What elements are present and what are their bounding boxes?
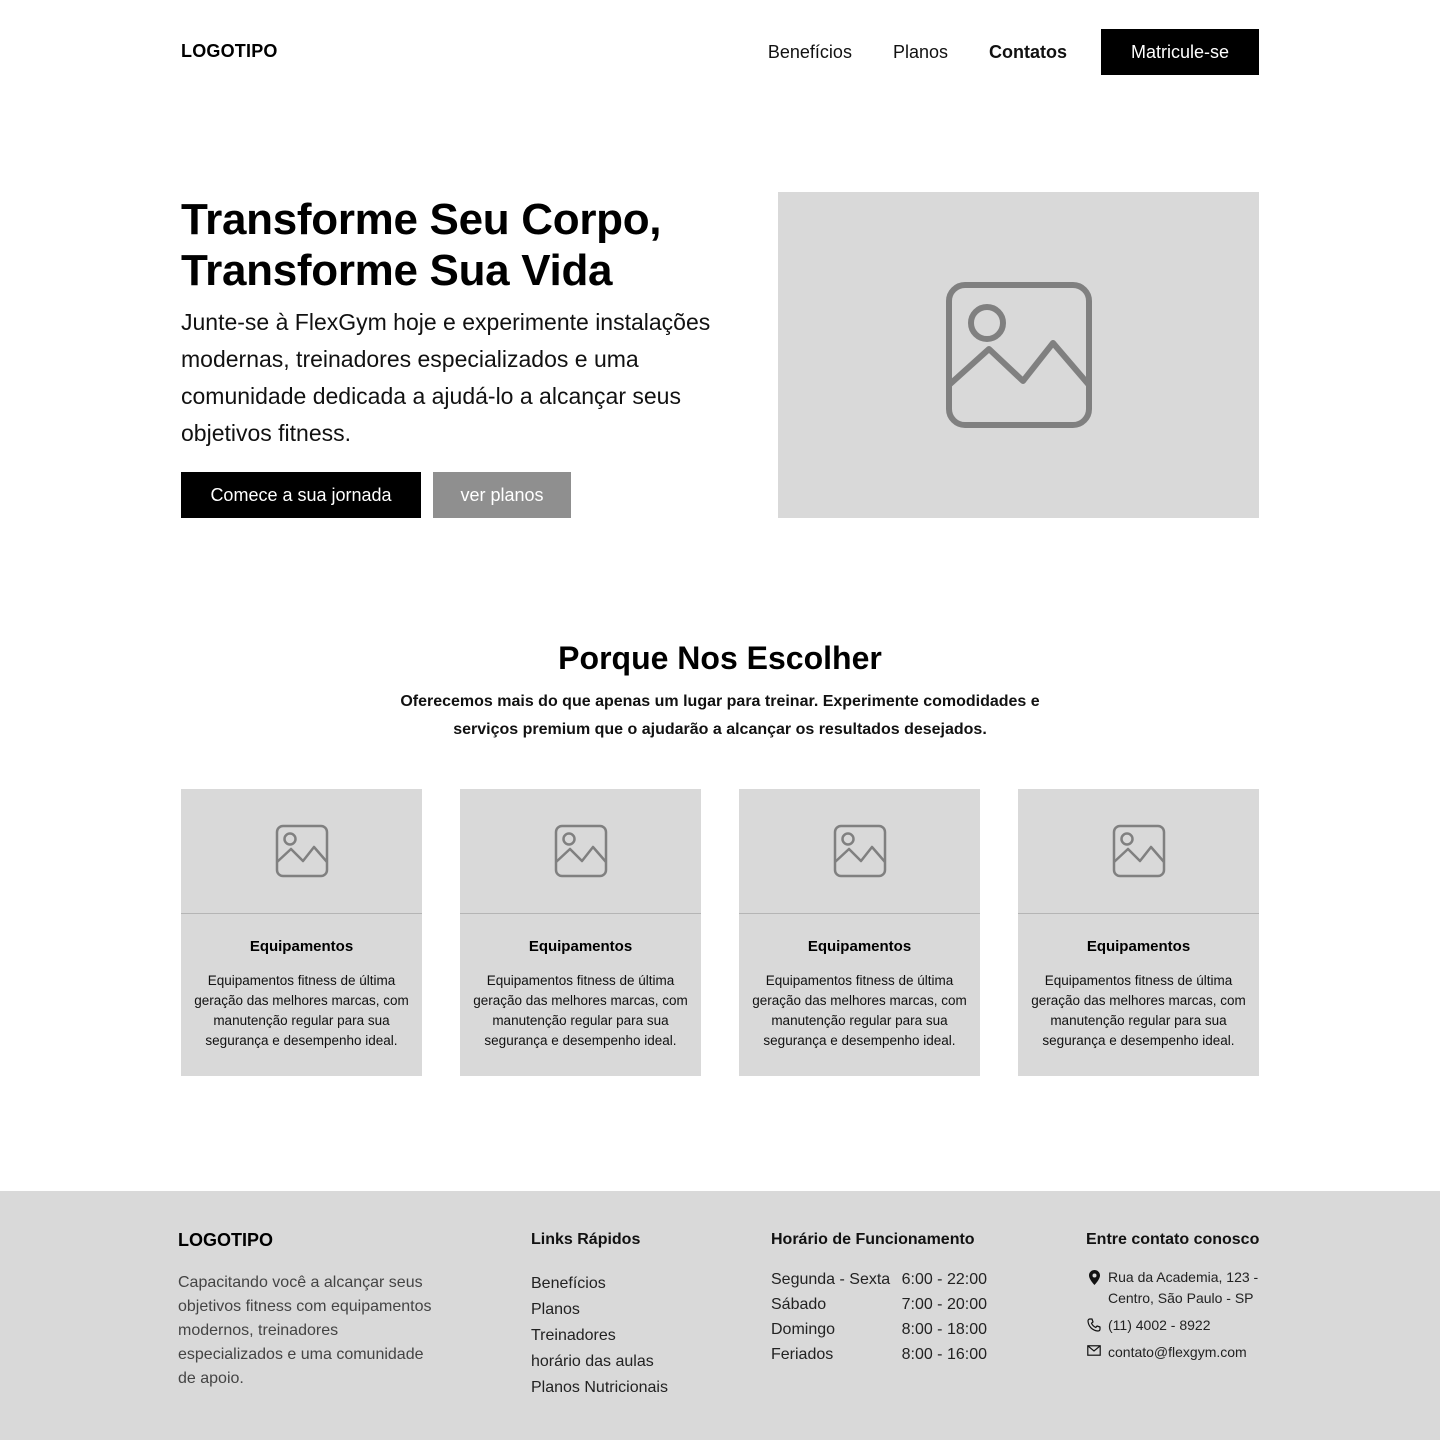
hero-image-placeholder [778, 192, 1259, 518]
card-image-placeholder [460, 789, 701, 914]
contact-email[interactable]: contato@flexgym.com [1086, 1342, 1276, 1363]
feature-card: Equipamentos Equipamentos fitness de últ… [181, 789, 422, 1076]
hours-day: Segunda - Sexta [771, 1271, 891, 1288]
footer-link-horario-aulas[interactable]: horário das aulas [531, 1349, 668, 1375]
card-title: Equipamentos [1086, 938, 1191, 955]
hours-time: 8:00 - 18:00 [901, 1321, 987, 1338]
nav-link-beneficios[interactable]: Benefícios [768, 42, 852, 63]
footer-link-treinadores[interactable]: Treinadores [531, 1323, 668, 1349]
hours-title: Horário de Funcionamento [771, 1231, 975, 1248]
footer-logo[interactable]: LOGOTIPO [178, 1230, 273, 1251]
feature-card: Equipamentos Equipamentos fitness de últ… [460, 789, 701, 1076]
nav-link-contatos[interactable]: Contatos [989, 42, 1067, 63]
hours-row: Segunda - Sexta 6:00 - 22:00 [771, 1267, 987, 1292]
email-text: contato@flexgym.com [1108, 1344, 1247, 1360]
header-logo[interactable]: LOGOTIPO [181, 41, 278, 62]
contact-phone[interactable]: (11) 4002 - 8922 [1086, 1315, 1276, 1336]
footer-link-planos-nutricionais[interactable]: Planos Nutricionais [531, 1375, 668, 1401]
card-text: Equipamentos fitness de última geração d… [752, 973, 967, 1048]
contact-title: Entre contato conosco [1086, 1231, 1260, 1248]
main-nav: Benefícios Planos Contatos Matricule-se [768, 29, 1259, 75]
card-title: Equipamentos [807, 938, 912, 955]
card-image-placeholder [739, 789, 980, 914]
footer-link-beneficios[interactable]: Benefícios [531, 1271, 668, 1297]
quick-links-list: Benefícios Planos Treinadores horário da… [531, 1271, 668, 1401]
footer-description: Capacitando você a alcançar seus objetiv… [178, 1274, 432, 1387]
card-title: Equipamentos [249, 938, 354, 955]
hours-day: Feriados [771, 1346, 834, 1363]
feature-card: Equipamentos Equipamentos fitness de últ… [1018, 789, 1259, 1076]
feature-cards: Equipamentos Equipamentos fitness de últ… [181, 789, 1259, 1076]
phone-icon [1086, 1315, 1102, 1332]
contact-address: Rua da Academia, 123 - Centro, São Paulo… [1086, 1267, 1276, 1309]
footer-link-planos[interactable]: Planos [531, 1297, 668, 1323]
nav-link-planos[interactable]: Planos [893, 42, 948, 63]
hours-row: Feriados 8:00 - 16:00 [771, 1342, 987, 1367]
location-pin-icon [1086, 1267, 1102, 1285]
hero-title-line2: Transforme Sua Vida [181, 246, 613, 295]
card-image-placeholder [1018, 789, 1259, 914]
hours-table: Segunda - Sexta 6:00 - 22:00 Sábado 7:00… [771, 1267, 987, 1367]
start-journey-button[interactable]: Comece a sua jornada [181, 472, 421, 518]
hours-time: 6:00 - 22:00 [901, 1271, 987, 1288]
site-header: LOGOTIPO Benefícios Planos Contatos Matr… [181, 29, 1259, 75]
view-plans-button[interactable]: ver planos [433, 472, 571, 518]
image-placeholder-icon [945, 282, 1092, 428]
image-placeholder-icon [275, 824, 328, 878]
section-title: Porque Nos Escolher [558, 640, 882, 676]
quick-links-title: Links Rápidos [531, 1231, 641, 1248]
card-image-placeholder [181, 789, 422, 914]
card-text: Equipamentos fitness de última geração d… [473, 973, 688, 1048]
hours-day: Sábado [771, 1296, 827, 1313]
feature-card: Equipamentos Equipamentos fitness de últ… [739, 789, 980, 1076]
enroll-button[interactable]: Matricule-se [1101, 29, 1259, 75]
phone-text: (11) 4002 - 8922 [1108, 1317, 1211, 1333]
image-placeholder-icon [554, 824, 607, 878]
image-placeholder-icon [1112, 824, 1165, 878]
hours-row: Domingo 8:00 - 18:00 [771, 1317, 987, 1342]
card-title: Equipamentos [528, 938, 633, 955]
image-placeholder-icon [833, 824, 886, 878]
site-footer: LOGOTIPO Capacitando você a alcançar seu… [0, 1191, 1440, 1440]
hours-day: Domingo [771, 1321, 836, 1338]
hero-title-line1: Transforme Seu Corpo, [181, 195, 662, 244]
hours-time: 8:00 - 16:00 [901, 1346, 987, 1363]
card-text: Equipamentos fitness de última geração d… [194, 973, 409, 1048]
hours-time: 7:00 - 20:00 [901, 1296, 987, 1313]
section-subtitle: Oferecemos mais do que apenas um lugar p… [400, 693, 1040, 738]
card-text: Equipamentos fitness de última geração d… [1031, 973, 1246, 1048]
contact-list: Rua da Academia, 123 - Centro, São Paulo… [1086, 1267, 1276, 1369]
address-text: Rua da Academia, 123 - Centro, São Paulo… [1108, 1269, 1259, 1306]
hero-description: Junte-se à FlexGym hoje e experimente in… [181, 309, 711, 446]
hero-title: Transforme Seu Corpo, Transforme Sua Vid… [181, 194, 741, 296]
hours-row: Sábado 7:00 - 20:00 [771, 1292, 987, 1317]
email-icon [1086, 1342, 1102, 1357]
